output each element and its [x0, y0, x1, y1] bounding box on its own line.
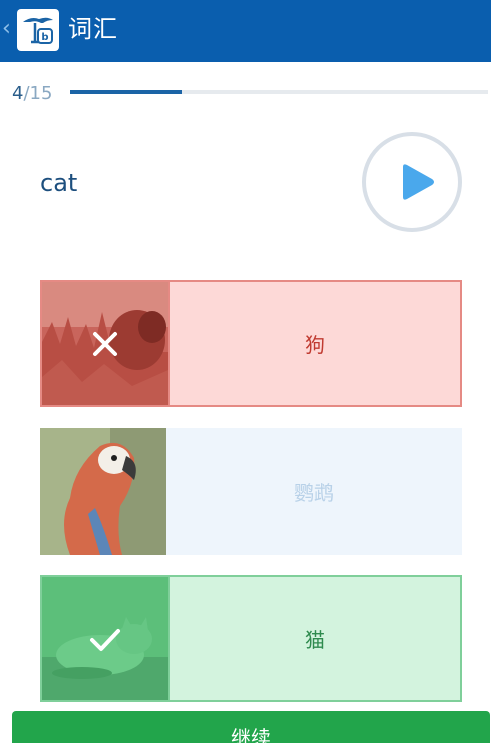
continue-button[interactable]: 继续 [12, 711, 490, 743]
answer-option-cat[interactable]: 猫 [40, 575, 462, 702]
progress-bar-fill [70, 90, 182, 94]
app-header: ‹ b 词汇 [0, 0, 491, 62]
progress-current: 4 [12, 83, 24, 104]
dog-photo [42, 282, 168, 409]
answer-option-parrot[interactable]: 鹦鹉 [40, 428, 462, 555]
page-title: 词汇 [68, 15, 118, 43]
app-logo-icon: b [17, 9, 59, 51]
parrot-photo [40, 428, 166, 555]
play-audio-button[interactable] [362, 132, 462, 232]
progress-counter: 4/15 [12, 82, 52, 106]
answer-label: 鹦鹉 [294, 481, 334, 505]
cross-icon [93, 332, 117, 356]
question-word: cat [40, 169, 78, 197]
progress-total: /15 [23, 83, 53, 104]
play-icon [403, 164, 434, 200]
back-icon[interactable]: ‹ [2, 16, 11, 42]
svg-text:b: b [41, 32, 48, 43]
progress-bar [70, 90, 488, 94]
cat-photo [42, 577, 168, 704]
answer-label: 猫 [168, 577, 460, 700]
check-icon [90, 629, 120, 651]
answer-label: 狗 [168, 282, 460, 405]
answer-option-dog[interactable]: 狗 [40, 280, 462, 407]
